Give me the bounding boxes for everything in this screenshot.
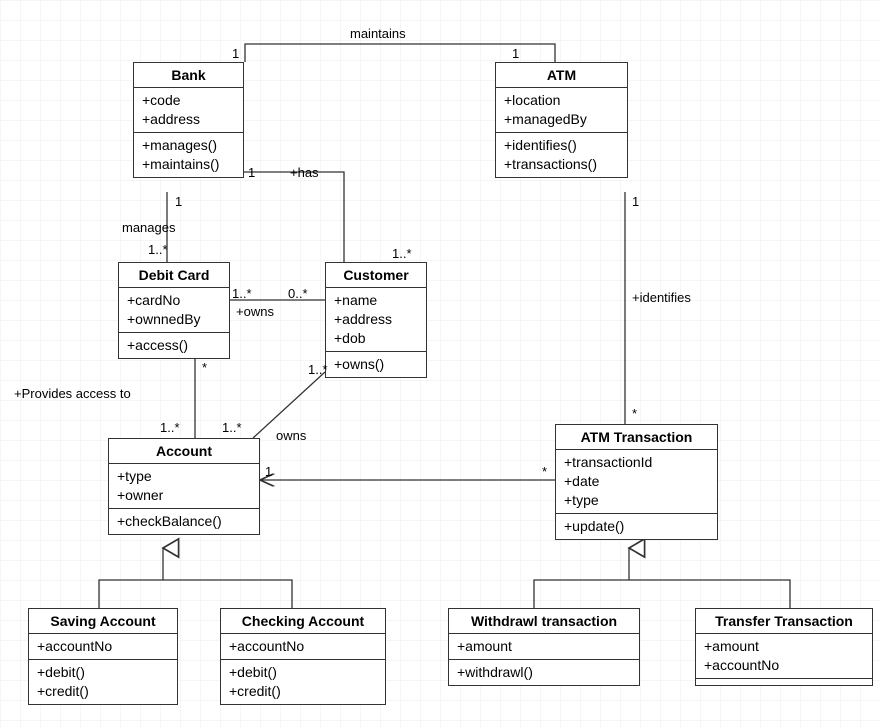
op: +transactions() bbox=[504, 155, 619, 174]
ops: +identifies() +transactions() bbox=[496, 133, 627, 177]
mult-account-top: 1..* bbox=[160, 420, 180, 435]
class-atmtxn: ATM Transaction +transactionId +date +ty… bbox=[555, 424, 718, 540]
class-title: Checking Account bbox=[221, 609, 385, 634]
class-title: Saving Account bbox=[29, 609, 177, 634]
attrs: +accountNo bbox=[221, 634, 385, 660]
attr: +date bbox=[564, 472, 709, 491]
attr: +address bbox=[334, 310, 418, 329]
op: +withdrawl() bbox=[457, 663, 631, 682]
attr: +amount bbox=[704, 637, 864, 656]
attr: +location bbox=[504, 91, 619, 110]
label-identifies: +identifies bbox=[632, 290, 691, 305]
ops: +access() bbox=[119, 333, 229, 358]
mult-txn-left: * bbox=[542, 464, 547, 479]
attr: +managedBy bbox=[504, 110, 619, 129]
attrs: +accountNo bbox=[29, 634, 177, 660]
mult-bank-top: 1 bbox=[232, 46, 239, 61]
attr: +type bbox=[117, 467, 251, 486]
attr: +accountNo bbox=[704, 656, 864, 675]
class-customer: Customer +name +address +dob +owns() bbox=[325, 262, 427, 378]
attr: +dob bbox=[334, 329, 418, 348]
class-bank: Bank +code +address +manages() +maintain… bbox=[133, 62, 244, 178]
ops: +debit() +credit() bbox=[221, 660, 385, 704]
attr: +owner bbox=[117, 486, 251, 505]
attr: +transactionId bbox=[564, 453, 709, 472]
mult-debit-right: 1..* bbox=[232, 286, 252, 301]
class-atm: ATM +location +managedBy +identifies() +… bbox=[495, 62, 628, 178]
op: +credit() bbox=[229, 682, 377, 701]
mult-atmtxn-top: * bbox=[632, 406, 637, 421]
op: +checkBalance() bbox=[117, 512, 251, 531]
ops: +withdrawl() bbox=[449, 660, 639, 685]
attr: +accountNo bbox=[229, 637, 377, 656]
class-title: Customer bbox=[326, 263, 426, 288]
attrs: +name +address +dob bbox=[326, 288, 426, 352]
mult-debit-bottom: * bbox=[202, 360, 207, 375]
label-owns-account: owns bbox=[276, 428, 306, 443]
attrs: +code +address bbox=[134, 88, 243, 133]
mult-account-right: 1..* bbox=[222, 420, 242, 435]
class-withdrawl: Withdrawl transaction +amount +withdrawl… bbox=[448, 608, 640, 686]
op: +access() bbox=[127, 336, 221, 355]
ops: +update() bbox=[556, 514, 717, 539]
class-debitcard: Debit Card +cardNo +ownnedBy +access() bbox=[118, 262, 230, 359]
op: +identifies() bbox=[504, 136, 619, 155]
ops: +debit() +credit() bbox=[29, 660, 177, 704]
mult-bank-bottom: 1 bbox=[175, 194, 182, 209]
label-provides: +Provides access to bbox=[14, 386, 131, 401]
op: +maintains() bbox=[142, 155, 235, 174]
class-title: Bank bbox=[134, 63, 243, 88]
op: +owns() bbox=[334, 355, 418, 374]
attr: +ownnedBy bbox=[127, 310, 221, 329]
class-title: Withdrawl transaction bbox=[449, 609, 639, 634]
mult-customer-left: 0..* bbox=[288, 286, 308, 301]
label-manages: manages bbox=[122, 220, 175, 235]
class-account: Account +type +owner +checkBalance() bbox=[108, 438, 260, 535]
attrs: +amount bbox=[449, 634, 639, 660]
ops: +manages() +maintains() bbox=[134, 133, 243, 177]
ops: +checkBalance() bbox=[109, 509, 259, 534]
attr: +amount bbox=[457, 637, 631, 656]
class-title: Debit Card bbox=[119, 263, 229, 288]
label-owns-debit: +owns bbox=[236, 304, 274, 319]
attrs: +transactionId +date +type bbox=[556, 450, 717, 514]
attrs: +cardNo +ownnedBy bbox=[119, 288, 229, 333]
class-transfer: Transfer Transaction +amount +accountNo bbox=[695, 608, 873, 686]
mult-atm-top: 1 bbox=[512, 46, 519, 61]
attr: +code bbox=[142, 91, 235, 110]
attr: +cardNo bbox=[127, 291, 221, 310]
mult-bank-right: 1 bbox=[248, 165, 255, 180]
ops bbox=[696, 679, 872, 685]
attrs: +amount +accountNo bbox=[696, 634, 872, 679]
mult-customer-bottom: 1..* bbox=[308, 362, 328, 377]
class-title: ATM Transaction bbox=[556, 425, 717, 450]
class-title: Transfer Transaction bbox=[696, 609, 872, 634]
attr: +type bbox=[564, 491, 709, 510]
attr: +address bbox=[142, 110, 235, 129]
op: +debit() bbox=[37, 663, 169, 682]
class-checking: Checking Account +accountNo +debit() +cr… bbox=[220, 608, 386, 705]
mult-account-right2: 1 bbox=[265, 464, 272, 479]
attr: +accountNo bbox=[37, 637, 169, 656]
mult-debit-top: 1..* bbox=[148, 242, 168, 257]
ops: +owns() bbox=[326, 352, 426, 377]
mult-customer-top: 1..* bbox=[392, 246, 412, 261]
label-has: +has bbox=[290, 165, 319, 180]
attr: +name bbox=[334, 291, 418, 310]
op: +credit() bbox=[37, 682, 169, 701]
class-title: ATM bbox=[496, 63, 627, 88]
label-maintains: maintains bbox=[350, 26, 406, 41]
mult-atm-bottom: 1 bbox=[632, 194, 639, 209]
class-saving: Saving Account +accountNo +debit() +cred… bbox=[28, 608, 178, 705]
op: +debit() bbox=[229, 663, 377, 682]
class-title: Account bbox=[109, 439, 259, 464]
attrs: +type +owner bbox=[109, 464, 259, 509]
attrs: +location +managedBy bbox=[496, 88, 627, 133]
op: +update() bbox=[564, 517, 709, 536]
op: +manages() bbox=[142, 136, 235, 155]
